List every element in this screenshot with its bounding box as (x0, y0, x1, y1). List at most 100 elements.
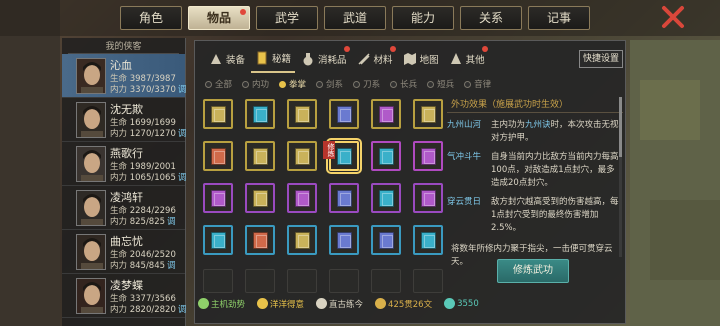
practice-skill-button[interactable]: 修炼武功 (497, 259, 569, 283)
item-slot[interactable] (413, 99, 443, 129)
item-slot[interactable] (287, 141, 317, 171)
item-slot[interactable] (413, 141, 443, 171)
filter-label: 刀系 (363, 80, 381, 90)
radio-icon (279, 80, 287, 88)
filter-option[interactable]: 内功 (242, 78, 269, 90)
hero-mp: 内力 3370/3370 调 (110, 85, 187, 95)
item-slot[interactable] (245, 99, 275, 129)
skill-book-icon (337, 148, 352, 165)
avatar (76, 146, 106, 182)
skill-book-icon (379, 106, 394, 123)
skill-book-icon (211, 106, 226, 123)
item-slot[interactable] (287, 183, 317, 213)
filter-label: 全部 (215, 80, 233, 90)
hero-item[interactable]: 燕歌行 生命 1989/2001 内力 1065/1065 调 (62, 142, 187, 186)
hero-item[interactable]: 凌梦蝶 生命 3377/3566 内力 2820/2820 调 (62, 274, 187, 318)
empty-slot[interactable] (203, 269, 233, 293)
filter-option[interactable]: 音律 (464, 78, 491, 90)
empty-slot[interactable] (245, 269, 275, 293)
status-item[interactable]: 洋洋得意 (257, 298, 304, 310)
skill-book-icon (337, 106, 352, 123)
item-slot[interactable] (413, 225, 443, 255)
item-slot[interactable] (245, 183, 275, 213)
item-slot[interactable] (329, 99, 359, 129)
avatar (76, 102, 106, 138)
item-slot[interactable] (371, 225, 401, 255)
filter-label: 短兵 (437, 80, 455, 90)
tune-button[interactable]: 调 (167, 261, 176, 271)
top-tab-6[interactable]: 记事 (528, 6, 590, 30)
item-slot[interactable] (371, 183, 401, 213)
item-slot[interactable] (371, 99, 401, 129)
empty-slot[interactable] (413, 269, 443, 293)
hero-item[interactable]: 沁血 生命 3987/3987 内力 3370/3370 调 (62, 54, 187, 98)
status-item[interactable]: 主机劲势 (198, 298, 245, 310)
radio-icon (390, 80, 398, 88)
top-tab-label: 关系 (478, 11, 503, 25)
status-bar: 主机劲势 洋洋得意 直古练今 425贯26文 3550 (194, 295, 626, 312)
status-label: 洋洋得意 (270, 299, 305, 310)
item-slot[interactable] (287, 99, 317, 129)
top-tab-5[interactable]: 关系 (460, 6, 522, 30)
tune-button[interactable]: 调 (178, 85, 187, 95)
hero-item[interactable]: 曲忘忧 生命 2046/2520 内力 845/845 调 (62, 230, 185, 274)
top-tab-0[interactable]: 角色 (120, 6, 182, 30)
tune-button[interactable]: 调 (167, 217, 176, 227)
item-slot[interactable] (203, 99, 233, 129)
item-slot[interactable] (329, 225, 359, 255)
category-tab-4[interactable]: 地图 (399, 45, 443, 73)
item-slot[interactable]: 修炼 (323, 138, 362, 174)
empty-slot[interactable] (287, 269, 317, 293)
filter-option[interactable]: 全部 (205, 78, 232, 90)
filter-option[interactable]: 长兵 (390, 78, 417, 90)
status-item[interactable]: 3550 (444, 298, 479, 309)
vigor-icon (198, 298, 209, 309)
tune-button[interactable]: 调 (178, 305, 187, 315)
top-tab-1[interactable]: 物品 (188, 6, 250, 30)
info-scrollbar[interactable] (619, 97, 622, 257)
status-item[interactable]: 425贯26文 (375, 298, 432, 310)
status-item[interactable]: 直古练今 (316, 298, 363, 310)
item-slot[interactable] (245, 225, 275, 255)
notification-dot (389, 46, 396, 52)
skill-book-icon (421, 190, 436, 207)
scroll-icon (257, 51, 267, 65)
empty-slot[interactable] (329, 269, 359, 293)
quick-settings-button[interactable]: 快捷设置 (579, 50, 623, 68)
filter-option[interactable]: 剑系 (316, 78, 343, 90)
tune-button[interactable]: 调 (178, 129, 187, 139)
item-slot[interactable] (371, 141, 401, 171)
filter-option[interactable]: 刀系 (353, 78, 380, 90)
hero-item[interactable]: 沈无欺 生命 1699/1699 内力 1270/1270 调 (62, 98, 187, 142)
item-slot[interactable] (203, 141, 233, 171)
item-slot[interactable] (203, 225, 233, 255)
radio-icon (464, 80, 472, 88)
top-tab-3[interactable]: 武道 (324, 6, 386, 30)
effect-name: 气冲斗牛 (447, 152, 482, 162)
tune-button[interactable]: 调 (178, 173, 187, 183)
item-slot[interactable] (203, 183, 233, 213)
skill-book-icon (253, 232, 268, 249)
filter-label: 内功 (252, 80, 270, 90)
item-slot[interactable] (329, 183, 359, 213)
item-slot[interactable] (413, 183, 443, 213)
top-tab-4[interactable]: 能力 (392, 6, 454, 30)
category-tab-1[interactable]: 秘籍 (251, 45, 296, 73)
category-tab-3[interactable]: 材料 (353, 45, 397, 73)
top-tab-bar: 角色 物品 武学 武道 能力 关系 记事 (120, 6, 590, 32)
category-tab-0[interactable]: 装备 (205, 45, 249, 73)
top-tab-2[interactable]: 武学 (256, 6, 318, 30)
close-icon[interactable] (660, 4, 686, 30)
category-tab-label: 材料 (373, 55, 393, 66)
filter-option[interactable]: 短兵 (427, 78, 454, 90)
category-tab-2[interactable]: 消耗品 (297, 45, 351, 73)
skill-book-icon (295, 190, 310, 207)
category-tab-5[interactable]: 其他 (445, 45, 489, 73)
item-slot[interactable] (287, 225, 317, 255)
hero-name: 燕歌行 (110, 147, 143, 160)
empty-slot[interactable] (371, 269, 401, 293)
hero-item[interactable]: 凌鸿轩 生命 2284/2296 内力 825/825 调 (62, 186, 185, 230)
skill-book-icon (379, 232, 394, 249)
item-slot[interactable] (245, 141, 275, 171)
filter-option[interactable]: 拳掌 (279, 78, 306, 90)
